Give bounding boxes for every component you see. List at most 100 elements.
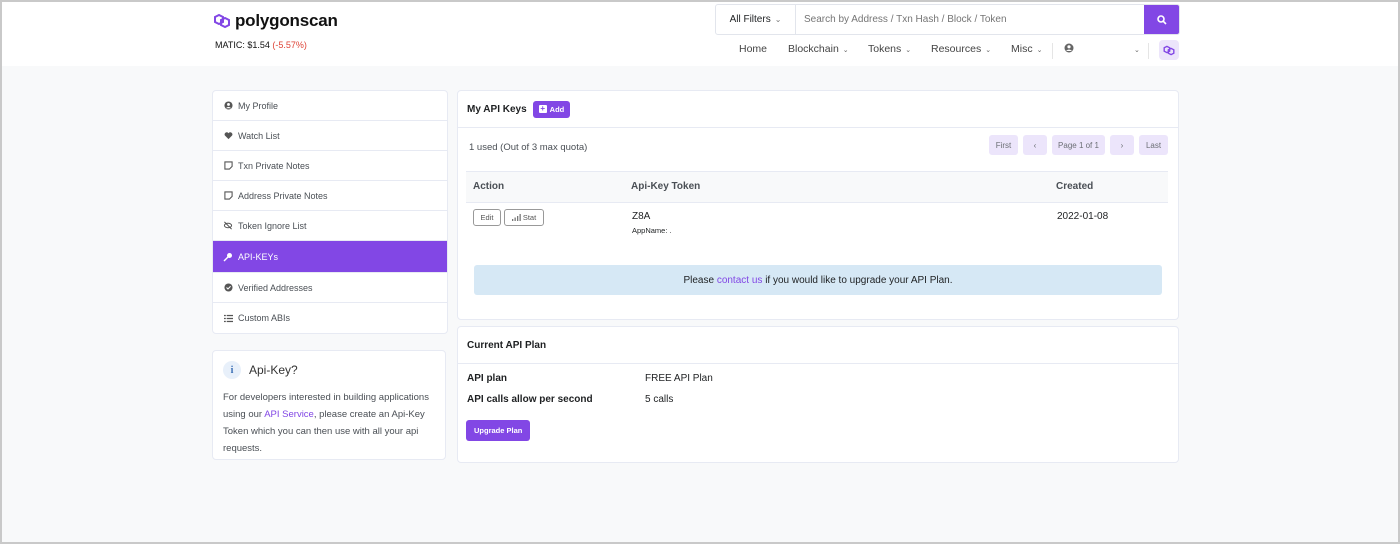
nav-divider [1052, 43, 1053, 59]
plan-row: API plan FREE API Plan [467, 373, 713, 384]
sidebar-item-label: Watch List [238, 130, 280, 141]
sidebar-item-label: Verified Addresses [238, 282, 313, 293]
plan-label: API calls allow per second [467, 394, 593, 405]
page-last-button[interactable]: Last [1139, 135, 1168, 155]
sidebar-item-verified-addresses[interactable]: Verified Addresses [213, 273, 447, 303]
info-header: i Api-Key? [223, 361, 435, 379]
chevron-down-icon: ⌄ [774, 15, 782, 24]
column-header: Action [473, 181, 505, 192]
nav-label: Resources [931, 43, 982, 55]
page-indicator: Page 1 of 1 [1052, 135, 1105, 155]
card-header: Current API Plan [458, 327, 1178, 364]
polygon-logo-icon [214, 13, 230, 29]
page-first-button[interactable]: First [989, 135, 1018, 155]
page-next-button[interactable]: › [1110, 135, 1134, 155]
chevron-down-icon: ⌄ [1036, 47, 1043, 54]
nav-label: Home [739, 43, 768, 55]
sidebar-item-token-ignore-list[interactable]: Token Ignore List [213, 211, 447, 241]
chevron-down-icon: ⌄ [842, 47, 849, 54]
sticky-note-icon [223, 161, 233, 171]
nav-label: Misc [1011, 43, 1033, 55]
plan-label: API plan [467, 373, 508, 384]
site-header: polygonscan MATIC: $1.54 (-5.57%) All Fi… [2, 2, 1398, 66]
stat-label: Stat [522, 213, 537, 222]
nav-label: Blockchain [788, 43, 839, 55]
quota-text: 1 used (Out of 3 max quota) [469, 142, 588, 153]
sidebar-item-label: Token Ignore List [238, 220, 307, 231]
edit-button[interactable]: Edit [473, 209, 501, 226]
plan-row: API calls allow per second 5 calls [467, 394, 673, 405]
search-icon [1156, 14, 1167, 25]
main-nav: Home Blockchain ⌄ Tokens ⌄ Resources ⌄ Misc… [2, 43, 1398, 59]
sidebar-item-label: Txn Private Notes [238, 160, 310, 171]
signal-bars-icon [511, 214, 521, 221]
nav-blockchain[interactable]: Blockchain ⌄ [788, 43, 849, 55]
api-service-link[interactable]: API Service [264, 409, 314, 420]
info-icon: i [223, 361, 241, 379]
nav-misc[interactable]: Misc ⌄ [1011, 43, 1042, 55]
api-key-token[interactable]: Z8A [632, 211, 650, 222]
pagination: First ‹ Page 1 of 1 › Last [989, 135, 1168, 155]
polygon-logo-icon [1163, 45, 1175, 55]
nav-tokens[interactable]: Tokens ⌄ [868, 43, 911, 55]
plan-value: 5 calls [645, 394, 674, 405]
filter-dropdown[interactable]: All Filters ⌄ [716, 5, 796, 34]
nav-label: Tokens [868, 43, 902, 55]
contact-us-link[interactable]: contact us [717, 275, 763, 286]
sidebar-item-address-private-notes[interactable]: Address Private Notes [213, 181, 447, 211]
logo[interactable]: polygonscan [212, 11, 338, 31]
sidebar-item-custom-abis[interactable]: Custom ABIs [213, 303, 447, 333]
brand-name: polygonscan [235, 11, 338, 30]
sidebar-item-label: API-KEYs [238, 251, 279, 262]
plan-value: FREE API Plan [645, 373, 713, 384]
network-button[interactable] [1159, 40, 1179, 60]
column-header: Created [1056, 181, 1094, 192]
search-button[interactable] [1144, 5, 1179, 34]
sidebar-item-label: Address Private Notes [238, 190, 328, 201]
card-header: My API Keys + Add [458, 91, 1178, 128]
filter-label: All Filters [729, 14, 771, 25]
user-menu[interactable] [1064, 43, 1074, 55]
upgrade-notice: Please contact us if you would like to u… [474, 265, 1162, 295]
page-prev-button[interactable]: ‹ [1023, 135, 1047, 155]
created-date: 2022-01-08 [1057, 211, 1109, 222]
current-plan-card: Current API Plan API plan FREE API Plan A… [457, 326, 1179, 463]
sidebar-item-label: Custom ABIs [238, 313, 291, 323]
notice-text: Please [683, 274, 715, 286]
key-icon [223, 252, 233, 262]
search-input[interactable] [796, 5, 1144, 34]
notice-text: if you would like to upgrade your API Pl… [765, 274, 953, 286]
table-row: Edit Stat Z8A AppName: . 2022-01-08 [466, 203, 1168, 243]
sidebar-item-api-keys[interactable]: API-KEYs [213, 241, 447, 273]
chevron-down-icon: ⌄ [905, 47, 912, 54]
sidebar-item-txn-private-notes[interactable]: Txn Private Notes [213, 151, 447, 181]
sidebar-item-label: My Profile [238, 100, 279, 111]
sticky-note-icon [223, 191, 233, 201]
sidebar-item-my-profile[interactable]: My Profile [213, 91, 447, 121]
chevron-down-icon: ⌄ [985, 47, 992, 54]
plus-icon: + [538, 104, 547, 113]
add-api-key-button[interactable]: + Add [532, 100, 571, 118]
heart-icon [223, 131, 233, 141]
upgrade-plan-button[interactable]: Upgrade Plan [466, 420, 531, 441]
card-title: My API Keys [467, 103, 527, 115]
info-title: Api-Key? [249, 363, 298, 377]
add-label: Add [549, 104, 565, 114]
chevron-down-icon: ⌄ [1134, 47, 1140, 54]
account-sidebar: My Profile Watch List Txn Private Notes … [212, 90, 448, 334]
user-menu-toggle[interactable]: ⌄ [1130, 43, 1140, 55]
stat-button[interactable]: Stat [504, 209, 544, 226]
nav-divider [1148, 43, 1149, 59]
search-bar: All Filters ⌄ [715, 4, 1180, 35]
list-icon [223, 313, 233, 323]
nav-resources[interactable]: Resources ⌄ [931, 43, 991, 55]
info-text: For developers interested in building ap… [223, 389, 435, 457]
column-header: Api-Key Token [631, 181, 701, 192]
card-title: Current API Plan [467, 339, 547, 351]
user-circle-icon [1064, 43, 1074, 53]
sidebar-item-watch-list[interactable]: Watch List [213, 121, 447, 151]
table-header: Action Api-Key Token Created [466, 171, 1168, 203]
nav-home[interactable]: Home [739, 43, 767, 55]
page-frame: polygonscan MATIC: $1.54 (-5.57%) All Fi… [0, 0, 1400, 544]
api-key-info-card: i Api-Key? For developers interested in … [212, 350, 446, 460]
